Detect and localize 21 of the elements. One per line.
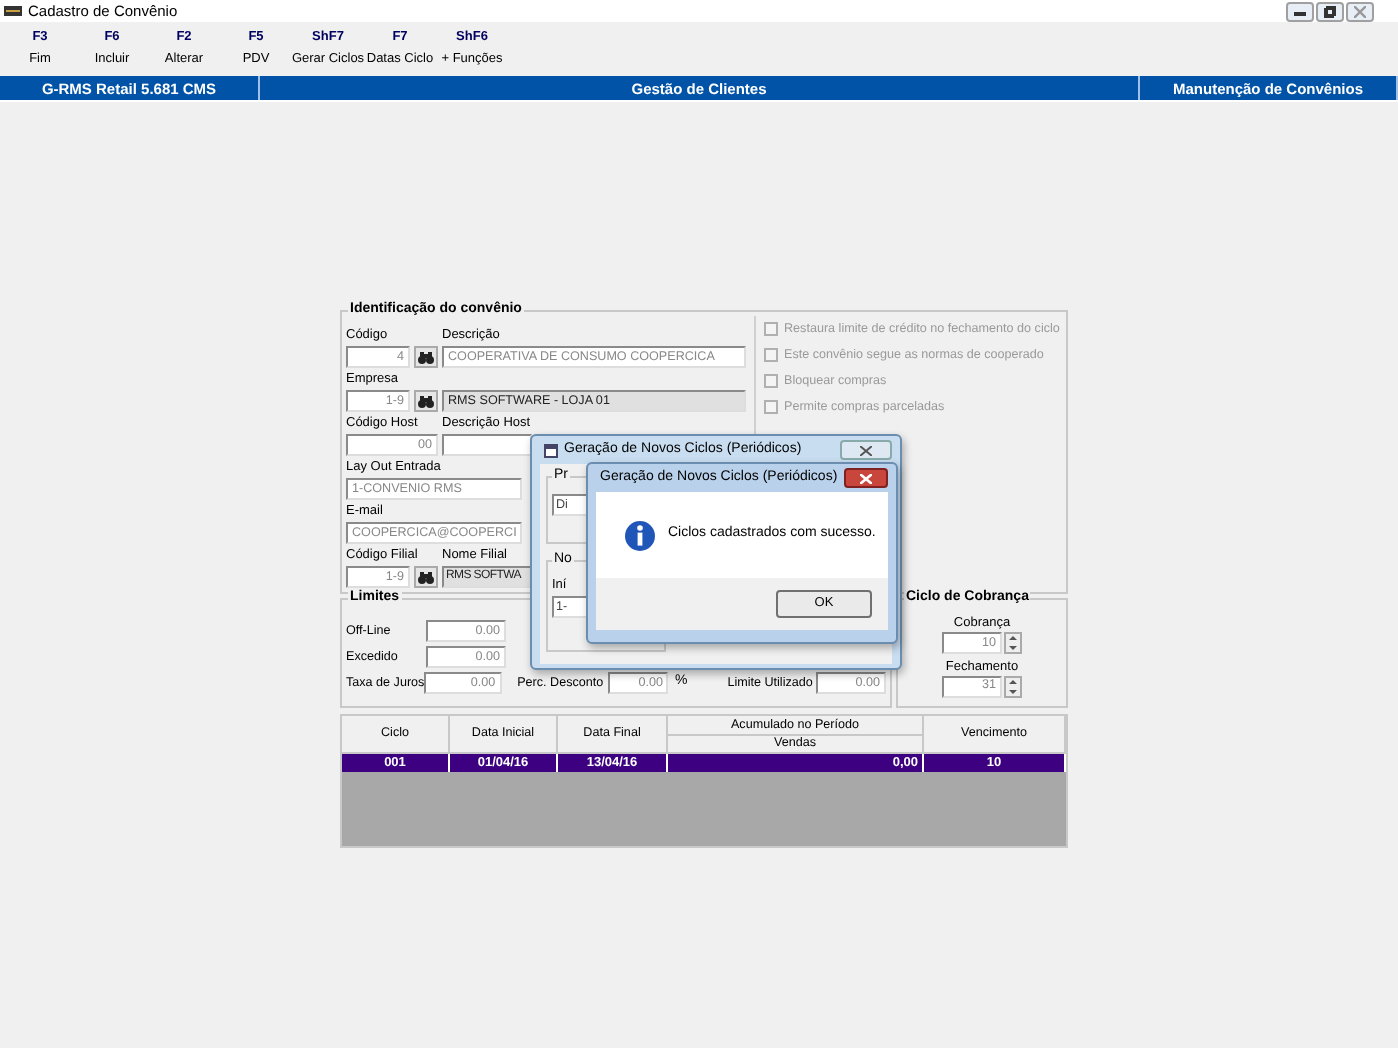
spinner-icon[interactable] xyxy=(1004,675,1022,698)
close-icon xyxy=(1354,5,1366,17)
binoculars-icon xyxy=(418,571,434,583)
input-field[interactable] xyxy=(442,434,532,456)
app-icon xyxy=(4,4,22,18)
lookup-button[interactable] xyxy=(414,346,438,368)
close-icon xyxy=(860,445,872,455)
close-button[interactable] xyxy=(843,468,888,488)
window-icon xyxy=(544,443,558,457)
lookup-button[interactable] xyxy=(414,390,438,412)
minimize-icon xyxy=(1294,6,1306,16)
lookup-button[interactable] xyxy=(414,566,438,588)
spinner-icon[interactable] xyxy=(1004,631,1022,654)
close-button[interactable] xyxy=(840,440,892,460)
minimize-button[interactable] xyxy=(1286,1,1314,21)
maximize-button[interactable] xyxy=(1316,1,1344,21)
close-icon xyxy=(859,473,872,483)
binoculars-icon xyxy=(418,351,434,363)
binoculars-icon xyxy=(418,395,434,407)
restore-icon xyxy=(1324,5,1336,17)
info-icon xyxy=(624,519,656,551)
